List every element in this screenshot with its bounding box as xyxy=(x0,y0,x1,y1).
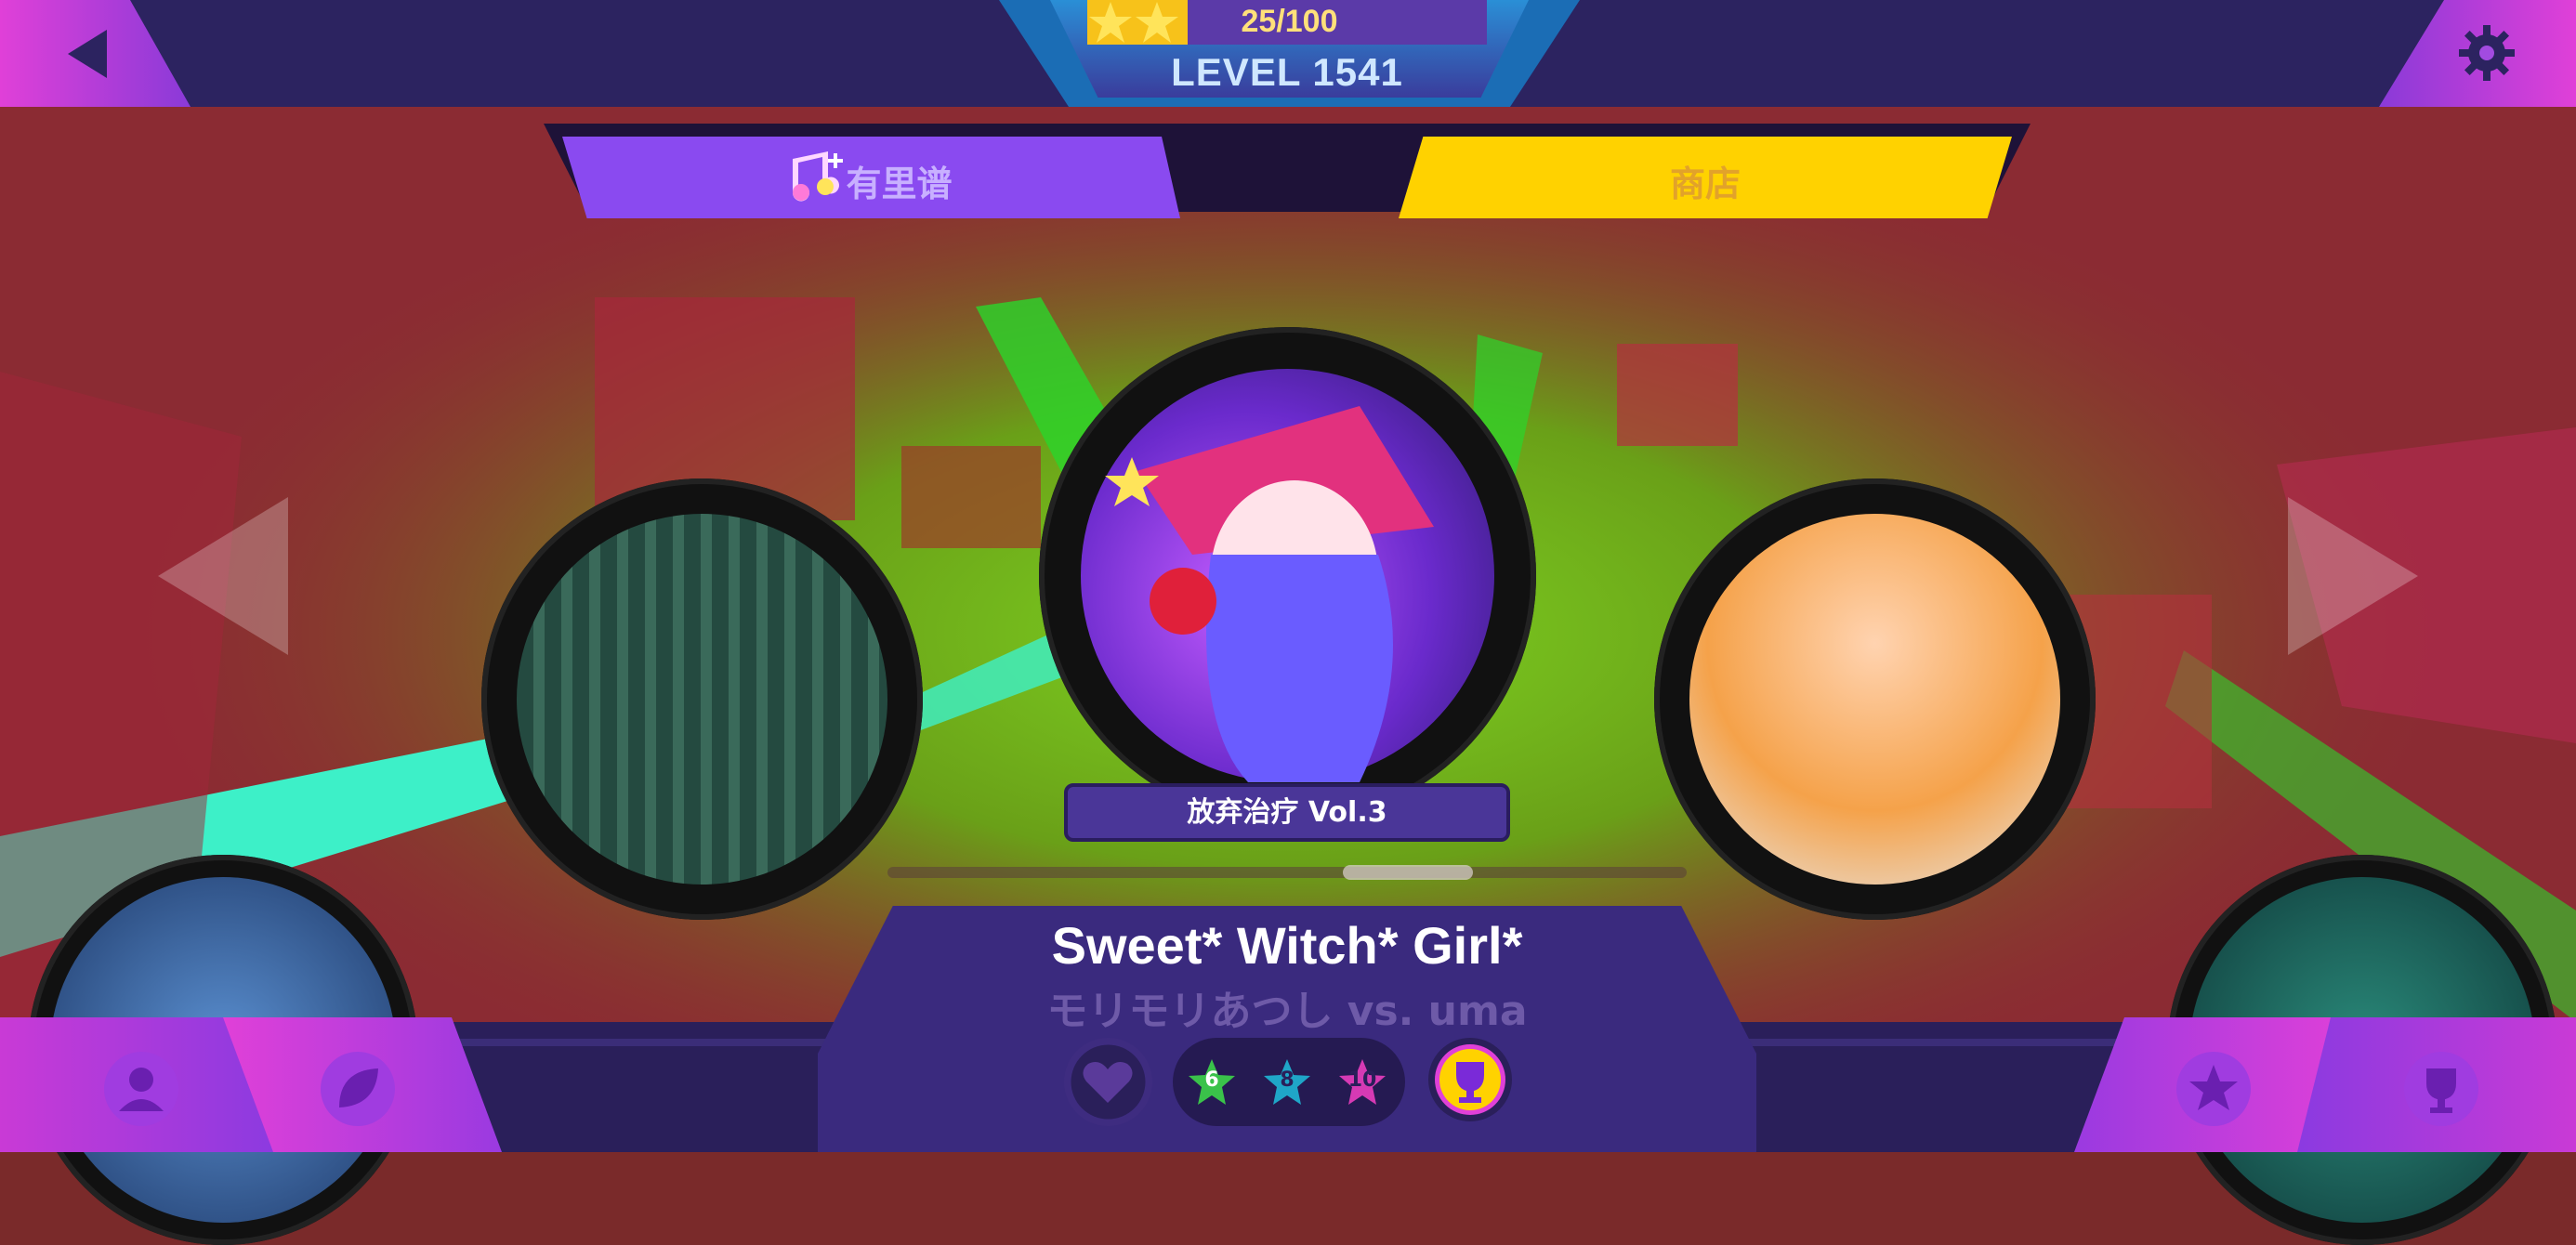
difficulty-extra[interactable]: 10 xyxy=(1338,1058,1387,1107)
difficulty-hard[interactable]: 8 xyxy=(1263,1058,1311,1107)
leaderboard-button[interactable] xyxy=(2297,1017,2576,1152)
xp-bar-fill xyxy=(1087,0,1188,45)
tab-custom-charts-label: 有里谱 xyxy=(846,164,953,204)
favorite-button[interactable] xyxy=(1064,1038,1152,1126)
gear-icon xyxy=(2459,25,2515,81)
star-icon xyxy=(2176,1052,2251,1126)
album-art-witch xyxy=(1105,406,1434,782)
carousel-scrollbar[interactable] xyxy=(887,867,1687,878)
trophy-icon xyxy=(1435,1044,1505,1115)
difficulty-easy[interactable]: 6 xyxy=(1188,1058,1236,1107)
song-artist: モリモリあつし vs. uma xyxy=(1046,988,1528,1035)
profile-icon xyxy=(104,1052,178,1126)
song-disc-left[interactable] xyxy=(481,478,923,920)
star-icon xyxy=(1089,2,1178,43)
right-arrow-icon[interactable] xyxy=(2288,497,2418,655)
xp-counter: 25/100 xyxy=(1241,4,1338,39)
song-title: Sweet* Witch* Girl* xyxy=(1051,916,1523,975)
tab-custom-charts[interactable]: 有里谱 xyxy=(562,137,1180,218)
heart-icon xyxy=(1071,1044,1146,1120)
difficulty-extra-level: 10 xyxy=(1347,1068,1377,1092)
leaf-icon xyxy=(321,1052,395,1126)
back-arrow-icon xyxy=(68,30,107,78)
left-arrow-icon[interactable] xyxy=(158,497,288,655)
pack-label: 放弃治疗 Vol.3 xyxy=(1064,783,1510,842)
song-disc-right[interactable] xyxy=(1654,478,2096,920)
song-disc-selected[interactable] xyxy=(1039,327,1536,824)
carousel-scroll-thumb[interactable] xyxy=(1343,865,1473,880)
trophy-button[interactable] xyxy=(1428,1038,1512,1121)
player-level: LEVEL 1541 xyxy=(1171,50,1403,94)
pack-label-text: 放弃治疗 Vol.3 xyxy=(1187,796,1387,829)
tab-shop-label: 商店 xyxy=(1669,164,1741,204)
cup-icon xyxy=(2404,1052,2478,1126)
difficulty-easy-level: 6 xyxy=(1204,1068,1219,1092)
tab-shop[interactable]: 商店 xyxy=(1399,137,2012,218)
difficulty-hard-level: 8 xyxy=(1280,1068,1295,1092)
